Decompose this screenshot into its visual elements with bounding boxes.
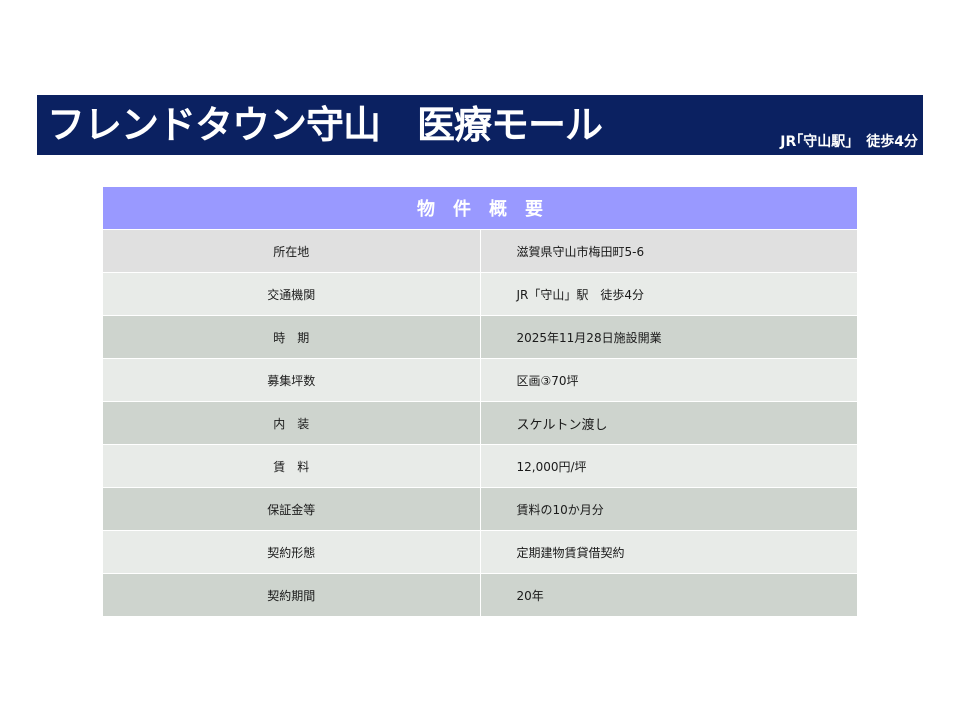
table-row: 内 装 スケルトン渡し [103,401,857,445]
title-banner: フレンドタウン守山 医療モール JR｢守山駅｣ 徒歩4分 [37,95,923,155]
table-row: 契約期間 20年 [103,573,857,616]
row-value-deposit: 賃料の10か月分 [480,487,857,531]
row-value-timing: 2025年11月28日施設開業 [480,315,857,359]
row-value-rent: 12,000円/坪 [480,444,857,488]
row-label-deposit: 保証金等 [103,487,481,531]
row-value-contract-type: 定期建物賃貸借契約 [480,530,857,574]
row-label-contract-type: 契約形態 [103,530,481,574]
row-label-transport: 交通機関 [103,272,481,316]
table-row: 時 期 2025年11月28日施設開業 [103,315,857,359]
access-info: JR｢守山駅｣ 徒歩4分 [780,134,918,150]
row-label-timing: 時 期 [103,315,481,359]
row-label-interior: 内 装 [103,401,481,445]
table-row: 募集坪数 区画③70坪 [103,358,857,402]
table-row: 保証金等 賃料の10か月分 [103,487,857,531]
table-row: 所在地 滋賀県守山市梅田町5-6 [103,229,857,273]
row-value-interior: スケルトン渡し [480,401,857,445]
property-summary-table: 物件概要 所在地 滋賀県守山市梅田町5-6 交通機関 JR「守山」駅 徒歩4分 … [103,187,857,616]
row-value-transport: JR「守山」駅 徒歩4分 [480,272,857,316]
row-label-area: 募集坪数 [103,358,481,402]
table-row: 契約形態 定期建物賃貸借契約 [103,530,857,574]
table-header-row: 物件概要 [103,187,857,230]
table-row: 賃 料 12,000円/坪 [103,444,857,488]
row-label-location: 所在地 [103,229,481,273]
row-value-location: 滋賀県守山市梅田町5-6 [480,229,857,273]
row-label-contract-period: 契約期間 [103,573,481,616]
page-title: フレンドタウン守山 医療モール [47,103,603,147]
table-row: 交通機関 JR「守山」駅 徒歩4分 [103,272,857,316]
table-header: 物件概要 [103,187,857,230]
row-label-rent: 賃 料 [103,444,481,488]
row-value-area: 区画③70坪 [480,358,857,402]
row-value-contract-period: 20年 [480,573,857,616]
